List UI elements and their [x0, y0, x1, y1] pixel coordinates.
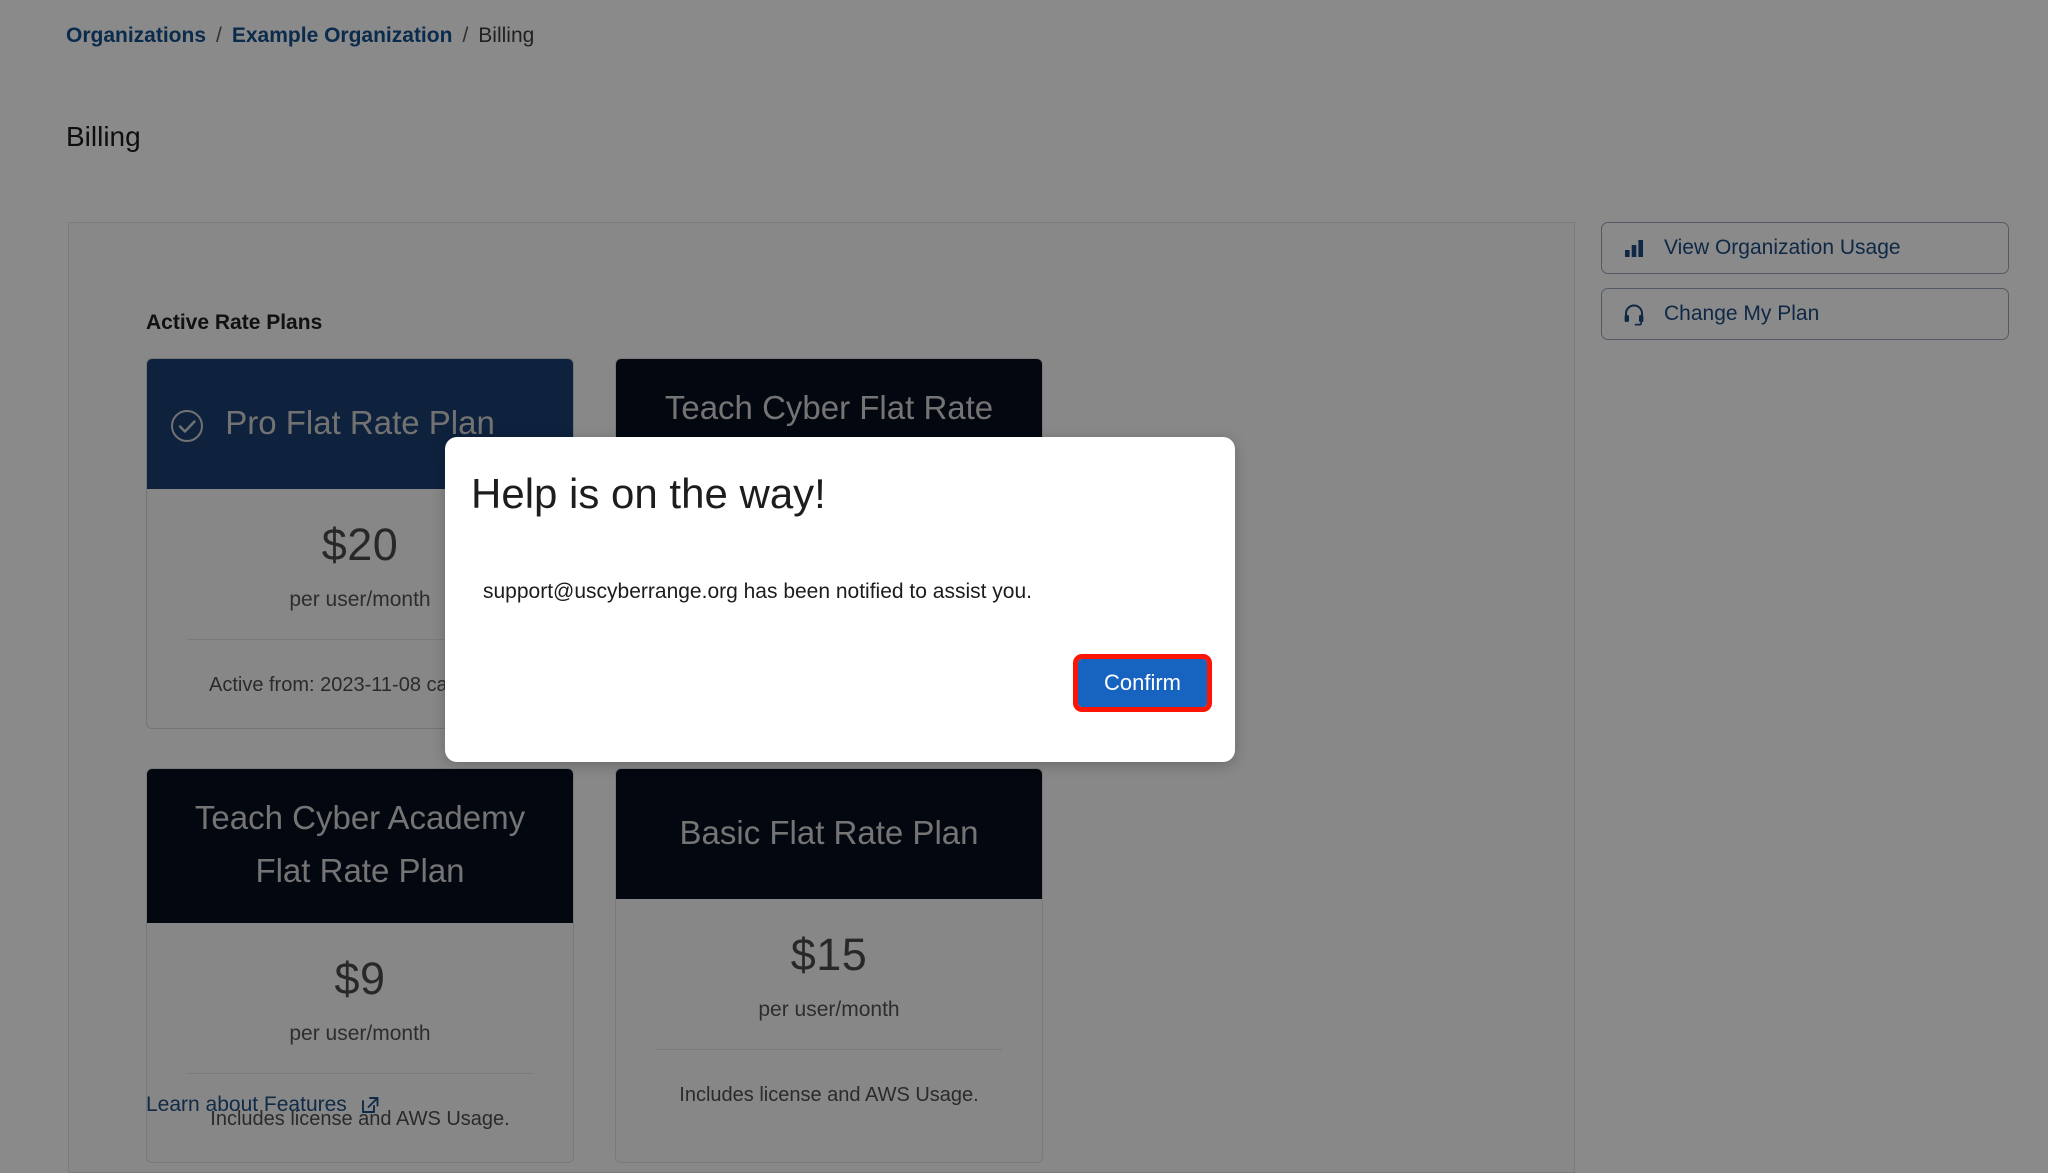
dialog-title: Help is on the way!: [471, 470, 826, 517]
help-confirmation-dialog: Help is on the way! support@uscyberrange…: [445, 437, 1235, 762]
billing-page: Organizations / Example Organization / B…: [0, 0, 2048, 1173]
dialog-footer: Confirm: [445, 654, 1213, 712]
dialog-message: support@uscyberrange.org has been notifi…: [483, 580, 1032, 603]
confirm-button[interactable]: Confirm: [1072, 654, 1213, 712]
